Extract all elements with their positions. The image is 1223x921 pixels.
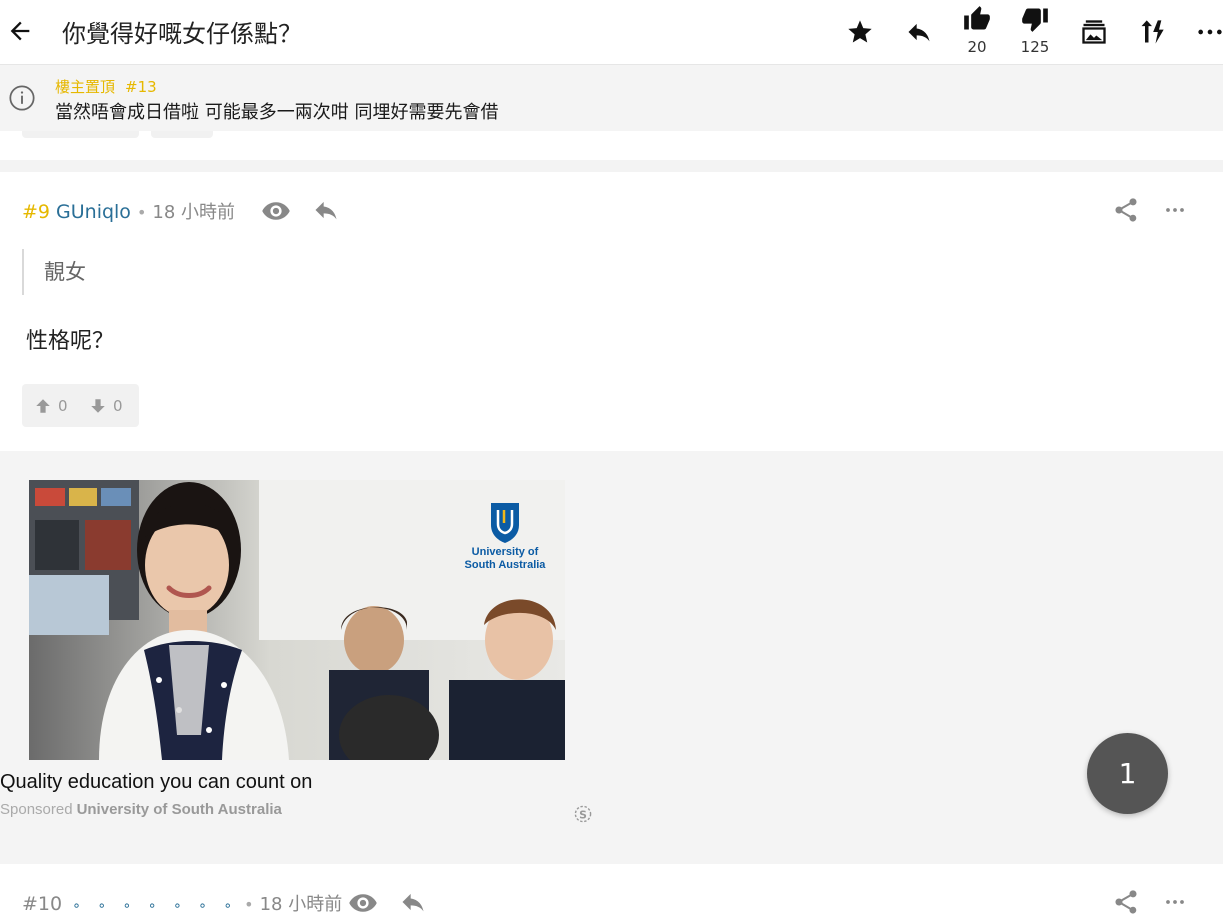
arrow-left-icon[interactable] [6,17,34,45]
pinned-label-text: 樓主置頂 [55,78,116,96]
more-horizontal-icon[interactable] [1196,18,1223,46]
post-divider [0,160,1223,172]
previous-vote-box [22,131,139,138]
pinned-label: 樓主置頂 #13 [55,76,157,97]
settings-dollar-icon[interactable]: S [570,801,596,827]
quoted-reply: 靚女 [22,249,86,295]
eye-icon[interactable] [261,196,291,226]
post-username[interactable]: GUniqlo [56,201,131,223]
ad-logo-line2: South Australia [465,559,547,571]
page-number-button[interactable]: 1 [1087,733,1168,814]
pinned-reply-number[interactable]: #13 [125,78,157,96]
share-icon[interactable] [1112,196,1142,226]
upvote-count: 0 [58,396,68,415]
previous-action-box [151,131,213,138]
ad-sponsor-line: Sponsored University of South Australia [0,801,282,818]
post-content: 性格呢？ [26,329,115,354]
quote-text: 靚女 [44,260,86,284]
vote-box: 0 0 [22,384,139,427]
top-bar: 你覺得好嘅女仔係點？ 20 125 [0,0,1223,65]
post-username[interactable]: ∘ ∘ ∘ ∘ ∘ ∘ ∘ [72,898,238,914]
thumbs-down-icon[interactable] [1021,5,1049,33]
sponsored-label: Sponsored [0,801,73,818]
ad-title[interactable]: Quality education you can count on [0,771,312,794]
post-floor: #10 [22,893,63,915]
info-icon [8,84,36,112]
reply-icon[interactable] [399,888,429,918]
ad-logo-line1: University of [472,546,539,558]
post-header: #10 ∘ ∘ ∘ ∘ ∘ ∘ ∘ • 18 小時前 [22,890,342,916]
separator-dot: • [136,203,147,222]
post-floor: #9 [22,201,51,223]
like-count: 20 [967,38,987,56]
separator-dot: • [244,895,254,914]
reply-icon[interactable] [905,18,933,46]
post-time: 18 小時前 [259,894,343,915]
reply-icon[interactable] [312,196,342,226]
post-header: #9 GUniqlo • 18 小時前 [22,198,235,224]
eye-icon[interactable] [348,888,378,918]
svg-text:S: S [579,808,587,821]
sort-icon[interactable] [1138,18,1166,46]
arrow-up-icon [36,398,50,413]
post-time: 18 小時前 [152,202,236,223]
downvote-count: 0 [113,396,123,415]
ad-image[interactable]: University of South Australia [29,480,565,760]
dislike-count: 125 [1020,38,1050,56]
thumbs-up-icon[interactable] [963,5,991,33]
ad-advertiser[interactable]: University of South Australia [77,801,282,818]
pinned-text: 當然唔會成日借啦 可能最多一兩次咁 同埋好需要先會借 [55,102,499,123]
downvote-button[interactable]: 0 [89,384,123,427]
thread-title: 你覺得好嘅女仔係點？ [62,20,302,48]
more-horizontal-icon[interactable] [1161,196,1191,226]
more-horizontal-icon[interactable] [1161,888,1191,918]
share-icon[interactable] [1112,888,1142,918]
arrow-down-icon [91,398,105,413]
upvote-button[interactable]: 0 [34,384,68,427]
image-gallery-icon[interactable] [1080,18,1108,46]
star-icon[interactable] [846,18,874,46]
